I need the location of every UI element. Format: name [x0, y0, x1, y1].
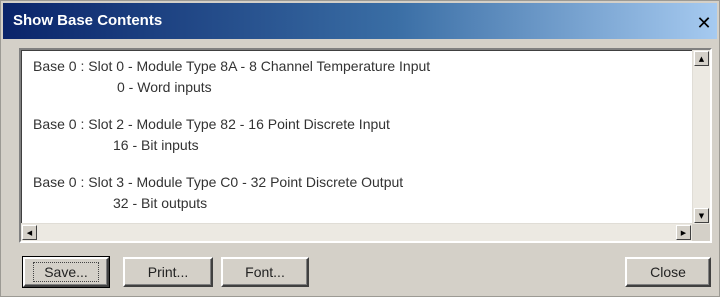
module-description: Base 0 : Slot 3 - Module Type C0 - 32 Po…: [33, 174, 404, 190]
print-button-label: Print...: [147, 264, 189, 280]
scroll-down-icon[interactable]: ▼: [694, 208, 709, 223]
scroll-up-icon[interactable]: ▲: [694, 51, 709, 66]
close-icon[interactable]: ✕: [695, 15, 713, 33]
window-title: Show Base Contents: [13, 12, 163, 29]
font-button[interactable]: Font...: [221, 257, 309, 287]
scrollbar-corner: [692, 224, 710, 241]
save-button[interactable]: Save...: [22, 256, 110, 288]
show-base-contents-dialog: Show Base Contents ✕ Base 0 : Slot 0 - M…: [0, 0, 720, 297]
font-button-label: Font...: [245, 264, 285, 280]
close-button-label: Close: [650, 264, 686, 280]
base-contents-textbox[interactable]: Base 0 : Slot 0 - Module Type 8A - 8 Cha…: [19, 48, 712, 243]
list-item: Base 0 : Slot 3 - Module Type C0 - 32 Po…: [33, 174, 403, 211]
module-description: Base 0 : Slot 2 - Module Type 82 - 16 Po…: [33, 116, 390, 132]
title-bar[interactable]: Show Base Contents ✕: [3, 3, 717, 39]
horizontal-scrollbar[interactable]: ◀ ▶: [21, 223, 692, 241]
list-item: Base 0 : Slot 2 - Module Type 82 - 16 Po…: [33, 116, 390, 153]
list-item: Base 0 : Slot 0 - Module Type 8A - 8 Cha…: [33, 58, 430, 95]
scroll-left-icon[interactable]: ◀: [22, 225, 37, 240]
module-description: Base 0 : Slot 0 - Module Type 8A - 8 Cha…: [33, 58, 431, 74]
contents-text-area[interactable]: Base 0 : Slot 0 - Module Type 8A - 8 Cha…: [21, 50, 692, 224]
save-button-label: Save...: [33, 262, 99, 282]
module-io-count: 0 - Word inputs: [117, 79, 212, 95]
scroll-right-icon[interactable]: ▶: [676, 225, 691, 240]
vertical-scrollbar[interactable]: ▲ ▼: [692, 50, 710, 224]
print-button[interactable]: Print...: [123, 257, 213, 287]
module-io-count: 16 - Bit inputs: [113, 137, 199, 153]
close-button[interactable]: Close: [625, 257, 711, 287]
module-io-count: 32 - Bit outputs: [113, 195, 208, 211]
